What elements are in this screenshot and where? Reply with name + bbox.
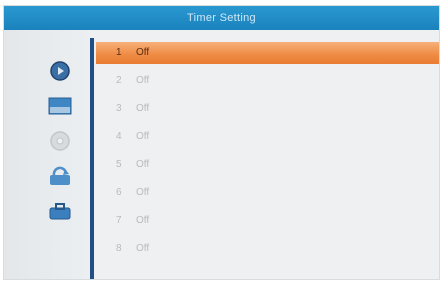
- timer-row-6[interactable]: 6 Off: [96, 182, 439, 204]
- timer-number: 4: [116, 131, 122, 142]
- timer-row-4[interactable]: 4 Off: [96, 126, 439, 148]
- timer-number: 1: [116, 47, 122, 58]
- picture-icon[interactable]: [48, 95, 72, 117]
- timer-row-7[interactable]: 7 Off: [96, 210, 439, 232]
- timer-state: Off: [136, 187, 150, 198]
- sidebar: [4, 30, 90, 279]
- toolbox-icon[interactable]: [48, 200, 72, 222]
- timer-state: Off: [136, 131, 150, 142]
- page-title: Timer Setting: [4, 6, 439, 30]
- timer-state: Off: [136, 215, 150, 226]
- timer-number: 3: [116, 103, 122, 114]
- timer-number: 7: [116, 215, 122, 226]
- timer-number: 2: [116, 75, 122, 86]
- timer-state: Off: [136, 47, 150, 58]
- timer-state: Off: [136, 243, 150, 254]
- timer-state: Off: [136, 103, 150, 114]
- timer-number: 5: [116, 159, 122, 170]
- divider: [90, 38, 94, 279]
- timer-row-2[interactable]: 2 Off: [96, 70, 439, 92]
- timer-state: Off: [136, 75, 150, 86]
- refresh-icon[interactable]: [48, 165, 72, 187]
- timer-row-3[interactable]: 3 Off: [96, 98, 439, 120]
- timer-row-1[interactable]: 1 Off: [96, 42, 439, 64]
- play-icon[interactable]: [48, 60, 72, 82]
- timer-state: Off: [136, 159, 150, 170]
- timer-row-8[interactable]: 8 Off: [96, 238, 439, 260]
- timer-setting-screen: Timer Setting 1 Off 2 Off 3 Off 4 Off 5 …: [3, 5, 440, 280]
- timer-row-5[interactable]: 5 Off: [96, 154, 439, 176]
- timer-number: 6: [116, 187, 122, 198]
- timer-number: 8: [116, 243, 122, 254]
- disc-icon[interactable]: [48, 130, 72, 152]
